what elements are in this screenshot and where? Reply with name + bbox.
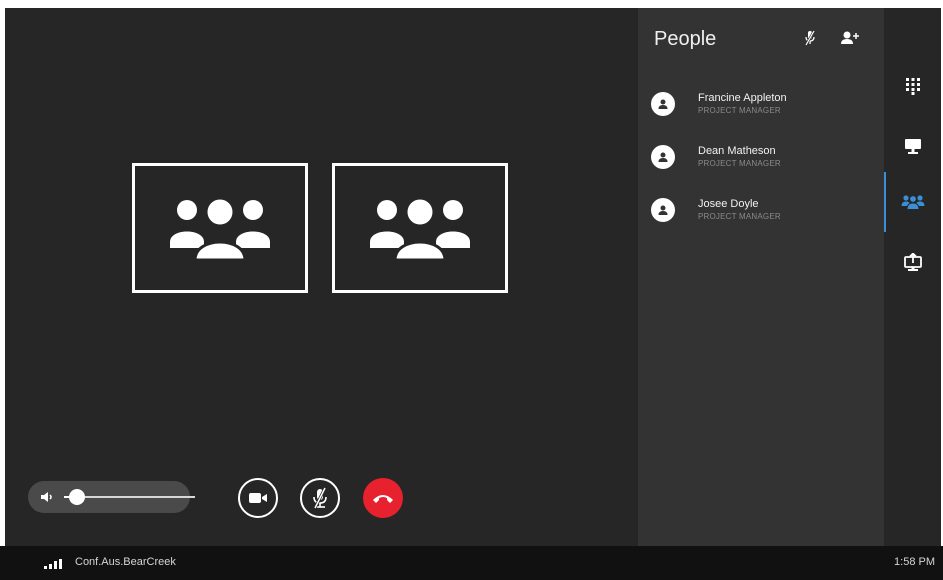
clock: 1:58 PM xyxy=(894,556,935,568)
mute-button[interactable] xyxy=(300,478,340,518)
list-item[interactable]: Dean Matheson PROJECT MANAGER xyxy=(638,141,884,194)
share-screen-button[interactable] xyxy=(884,244,941,280)
speaker-icon[interactable] xyxy=(39,489,55,510)
people-panel: People Francine Appleton PROJECT MANAGER… xyxy=(638,8,884,546)
volume-slider-knob[interactable] xyxy=(69,489,86,505)
person-icon xyxy=(658,99,668,109)
video-button[interactable] xyxy=(238,478,278,518)
meeting-window: People Francine Appleton PROJECT MANAGER… xyxy=(5,8,941,546)
avatar xyxy=(651,92,675,116)
monitor-icon xyxy=(904,139,921,154)
volume-track[interactable] xyxy=(78,496,195,498)
person-role: PROJECT MANAGER xyxy=(698,159,781,168)
status-bar: Conf.Aus.BearCreek 1:58 PM xyxy=(0,546,943,580)
dialpad-icon xyxy=(905,78,920,95)
participant-tile[interactable] xyxy=(132,163,308,293)
people-icon xyxy=(901,195,924,210)
avatar xyxy=(651,198,675,222)
phone-hangup-icon xyxy=(373,495,393,503)
list-item[interactable]: Josee Doyle PROJECT MANAGER xyxy=(638,194,884,247)
participant-tile[interactable] xyxy=(332,163,508,293)
person-role: PROJECT MANAGER xyxy=(698,212,781,221)
dialpad-button[interactable] xyxy=(884,68,941,104)
video-camera-icon xyxy=(249,493,267,503)
person-name: Dean Matheson xyxy=(698,145,776,157)
people-list: Francine Appleton PROJECT MANAGER Dean M… xyxy=(638,88,884,247)
room-name: Conf.Aus.BearCreek xyxy=(75,556,176,568)
share-screen-icon xyxy=(903,253,922,271)
panel-title: People xyxy=(654,28,717,50)
side-rail xyxy=(884,8,941,546)
person-icon xyxy=(658,152,668,162)
add-person-icon[interactable] xyxy=(840,30,860,51)
mute-all-icon[interactable] xyxy=(803,30,817,51)
people-button[interactable] xyxy=(884,172,941,232)
video-stage xyxy=(5,8,638,546)
signal-strength-icon xyxy=(44,559,62,569)
avatar xyxy=(651,145,675,169)
person-name: Francine Appleton xyxy=(698,92,787,104)
list-item[interactable]: Francine Appleton PROJECT MANAGER xyxy=(638,88,884,141)
person-role: PROJECT MANAGER xyxy=(698,106,781,115)
monitor-button[interactable] xyxy=(884,128,941,164)
microphone-muted-icon xyxy=(313,487,327,509)
hang-up-button[interactable] xyxy=(363,478,403,518)
person-icon xyxy=(658,205,668,215)
group-icon xyxy=(170,196,270,262)
person-name: Josee Doyle xyxy=(698,198,759,210)
volume-control xyxy=(28,481,195,513)
group-icon xyxy=(370,196,470,262)
